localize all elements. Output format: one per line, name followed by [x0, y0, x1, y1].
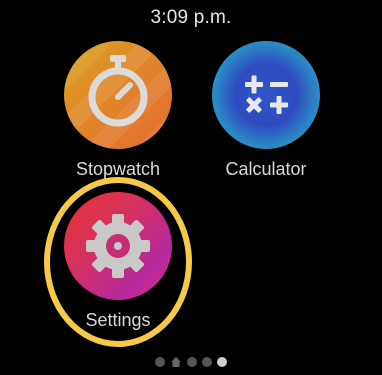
watch-app-launcher: 3:09 p.m. Stopwatch Calculator Settings [0, 0, 382, 375]
app-label-calculator: Calculator [225, 159, 307, 179]
page-indicator [0, 355, 382, 369]
home-icon[interactable] [170, 356, 182, 368]
page-dot-3[interactable] [187, 357, 197, 367]
stopwatch-icon [64, 41, 172, 149]
status-time: 3:09 p.m. [150, 7, 232, 28]
app-calculator[interactable]: Calculator [191, 41, 341, 180]
app-label-stopwatch: Stopwatch [75, 159, 161, 179]
app-label-settings: Settings [85, 310, 151, 330]
app-settings[interactable]: Settings [43, 192, 193, 331]
page-dot-1[interactable] [155, 357, 165, 367]
page-dot-5-active[interactable] [217, 357, 227, 367]
app-stopwatch[interactable]: Stopwatch [43, 41, 193, 180]
page-dot-4[interactable] [202, 357, 212, 367]
calculator-icon [212, 41, 320, 149]
gear-icon [64, 192, 172, 300]
